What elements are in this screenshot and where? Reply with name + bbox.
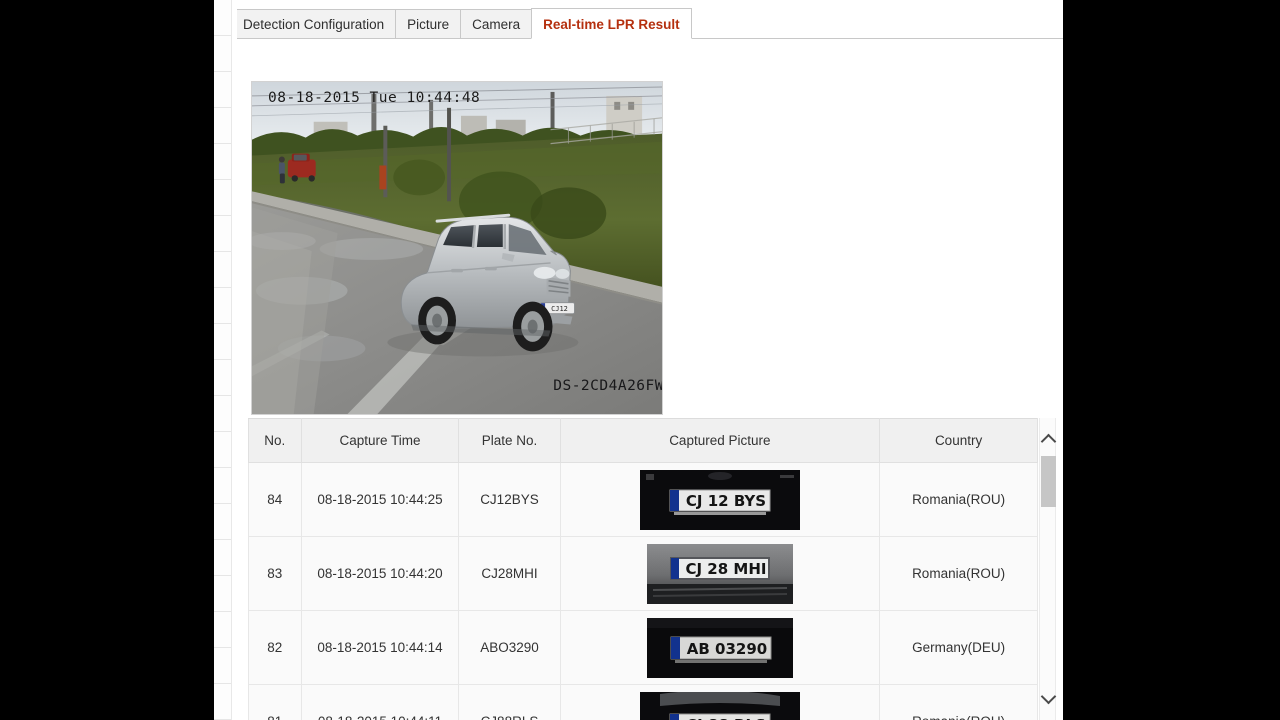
sidebar-item[interactable] bbox=[214, 108, 231, 144]
tab-detection-configuration[interactable]: Detection Configuration bbox=[237, 9, 397, 39]
cell-country: Romania(ROU) bbox=[879, 536, 1038, 611]
cell-country: Romania(ROU) bbox=[879, 684, 1038, 720]
plate-thumb-text: CJ 12 BYS bbox=[686, 492, 766, 510]
plate-thumb-text: AB 03290 bbox=[687, 640, 767, 658]
sidebar-item[interactable] bbox=[214, 432, 231, 468]
scroll-down-button[interactable] bbox=[1040, 688, 1057, 708]
sidebar-item[interactable] bbox=[214, 144, 231, 180]
sidebar-item[interactable] bbox=[214, 324, 231, 360]
sidebar-item[interactable] bbox=[214, 648, 231, 684]
cell-plate: CJ12BYS bbox=[458, 462, 561, 537]
sidebar-item[interactable] bbox=[214, 72, 231, 108]
tab-realtime-lpr-result[interactable]: Real-time LPR Result bbox=[531, 8, 692, 39]
plate-thumbnail[interactable]: CJ 28 MHI bbox=[646, 543, 793, 604]
cell-no: 81 bbox=[248, 684, 302, 720]
scroll-up-button[interactable] bbox=[1040, 430, 1057, 450]
plate-thumbnail[interactable]: CJ 88 RLS bbox=[639, 691, 800, 720]
sidebar-item[interactable] bbox=[214, 684, 231, 720]
table-vertical-scrollbar[interactable] bbox=[1039, 418, 1057, 720]
sidebar-item[interactable] bbox=[214, 504, 231, 540]
chevron-up-icon bbox=[1040, 433, 1057, 450]
sidebar-item[interactable] bbox=[214, 252, 231, 288]
sidebar-item[interactable] bbox=[214, 468, 231, 504]
plate-image-dark: CJ 12 BYS bbox=[639, 469, 800, 530]
tab-camera[interactable]: Camera bbox=[460, 9, 533, 39]
letterbox-left bbox=[0, 0, 214, 720]
scrollbar-thumb[interactable] bbox=[1041, 456, 1056, 507]
live-preview[interactable]: CJ12 08-18-2015 Tue 10:44:48 DS-2CD4A26F… bbox=[251, 81, 663, 415]
cell-picture[interactable]: CJ 12 BYS bbox=[559, 462, 881, 537]
table-header-row: No. Capture Time Plate No. Captured Pict… bbox=[248, 418, 1038, 463]
sidebar-strip[interactable] bbox=[214, 0, 232, 720]
cell-country: Romania(ROU) bbox=[879, 462, 1038, 537]
cell-country: Germany(DEU) bbox=[879, 610, 1038, 685]
cell-plate: ABO3290 bbox=[458, 610, 561, 685]
cell-picture[interactable]: CJ 88 RLS bbox=[559, 684, 881, 720]
sidebar-item[interactable] bbox=[214, 180, 231, 216]
plate-thumb-text: CJ 88 RLS bbox=[686, 716, 766, 720]
letterbox-right bbox=[1063, 0, 1280, 720]
table-row[interactable]: 83 08-18-2015 10:44:20 CJ28MHI CJ 28 MHI… bbox=[248, 536, 1038, 611]
table-row[interactable]: 81 08-18-2015 10:44:11 CJ88RLS CJ 88 bbox=[248, 684, 1038, 720]
column-header-plate[interactable]: Plate No. bbox=[458, 418, 561, 463]
plate-image-grey: CJ 28 MHI bbox=[646, 543, 793, 604]
cell-no: 82 bbox=[248, 610, 302, 685]
sidebar-item[interactable] bbox=[214, 0, 231, 36]
tab-bar: Detection Configuration Picture Camera R… bbox=[237, 0, 1063, 39]
chevron-down-icon bbox=[1040, 688, 1057, 705]
plate-image-dark: CJ 88 RLS bbox=[639, 691, 800, 720]
cell-no: 83 bbox=[248, 536, 302, 611]
column-header-picture[interactable]: Captured Picture bbox=[559, 418, 881, 463]
plate-image-dark: AB 03290 bbox=[646, 617, 793, 678]
sidebar-item[interactable] bbox=[214, 540, 231, 576]
cell-time: 08-18-2015 10:44:11 bbox=[300, 684, 460, 720]
cell-plate: CJ28MHI bbox=[458, 536, 561, 611]
camera-scene-image: CJ12 bbox=[252, 82, 662, 414]
plate-thumbnail[interactable]: CJ 12 BYS bbox=[639, 469, 800, 530]
lpr-result-table: No. Capture Time Plate No. Captured Pict… bbox=[248, 418, 1038, 720]
cell-time: 08-18-2015 10:44:20 bbox=[300, 536, 460, 611]
cell-time: 08-18-2015 10:44:14 bbox=[300, 610, 460, 685]
svg-text:CJ12: CJ12 bbox=[551, 305, 568, 313]
tab-picture[interactable]: Picture bbox=[395, 9, 462, 39]
sidebar-item[interactable] bbox=[214, 216, 231, 252]
sidebar-item[interactable] bbox=[214, 36, 231, 72]
lpr-result-table-area: No. Capture Time Plate No. Captured Pict… bbox=[248, 418, 1057, 720]
app-root: Detection Configuration Picture Camera R… bbox=[0, 0, 1280, 720]
main-content-panel: Detection Configuration Picture Camera R… bbox=[237, 0, 1063, 720]
sidebar-item[interactable] bbox=[214, 612, 231, 648]
plate-thumbnail[interactable]: AB 03290 bbox=[646, 617, 793, 678]
plate-thumb-text: CJ 28 MHI bbox=[685, 560, 766, 578]
sidebar-item[interactable] bbox=[214, 576, 231, 612]
cell-plate: CJ88RLS bbox=[458, 684, 561, 720]
column-header-time[interactable]: Capture Time bbox=[300, 418, 460, 463]
column-header-country[interactable]: Country bbox=[879, 418, 1038, 463]
sidebar-item[interactable] bbox=[214, 288, 231, 324]
cell-no: 84 bbox=[248, 462, 302, 537]
cell-picture[interactable]: AB 03290 bbox=[559, 610, 881, 685]
sidebar-item[interactable] bbox=[214, 360, 231, 396]
cell-time: 08-18-2015 10:44:25 bbox=[300, 462, 460, 537]
table-row[interactable]: 84 08-18-2015 10:44:25 CJ12BYS CJ 12 BYS… bbox=[248, 462, 1038, 537]
table-row[interactable]: 82 08-18-2015 10:44:14 ABO3290 AB 03290 … bbox=[248, 610, 1038, 685]
cell-picture[interactable]: CJ 28 MHI bbox=[559, 536, 881, 611]
sidebar-item[interactable] bbox=[214, 396, 231, 432]
column-header-no[interactable]: No. bbox=[248, 418, 302, 463]
